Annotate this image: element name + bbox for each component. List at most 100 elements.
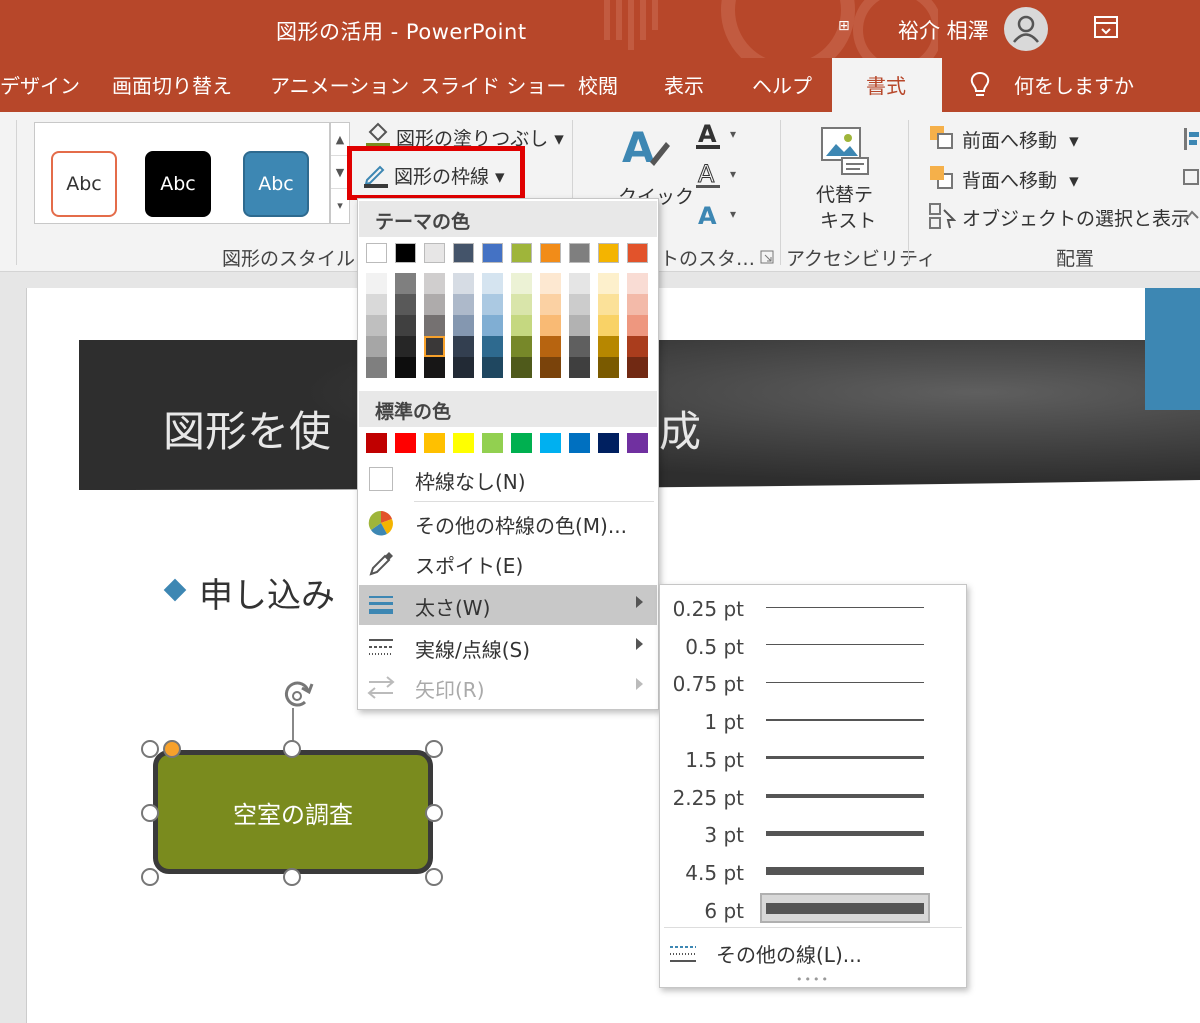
theme-shade-swatch[interactable]: [511, 357, 532, 378]
theme-shade-swatch[interactable]: [366, 336, 387, 357]
text-effects-icon[interactable]: A ▾: [696, 200, 744, 230]
selection-pane-button[interactable]: オブジェクトの選択と表示: [962, 204, 1190, 231]
resize-handle-ne[interactable]: [425, 740, 443, 758]
theme-shade-swatch[interactable]: [424, 357, 445, 378]
tab-design[interactable]: デザイン: [0, 70, 80, 99]
theme-shade-swatch[interactable]: [511, 336, 532, 357]
resize-handle-w[interactable]: [141, 804, 159, 822]
theme-shade-swatch[interactable]: [511, 294, 532, 315]
theme-shade-swatch[interactable]: [366, 294, 387, 315]
theme-shade-swatch[interactable]: [627, 315, 648, 336]
theme-shade-swatch[interactable]: [424, 336, 445, 357]
tab-slideshow[interactable]: スライド ショー: [420, 70, 566, 99]
shape-styles-gallery[interactable]: Abc Abc Abc: [34, 122, 330, 224]
green-rounded-rectangle[interactable]: 空室の調査: [153, 750, 433, 874]
weight-option[interactable]: 1.5 pt: [660, 740, 966, 778]
theme-shade-swatch[interactable]: [453, 273, 474, 294]
theme-color-swatch[interactable]: [482, 243, 503, 263]
theme-shade-swatch[interactable]: [569, 294, 590, 315]
quick-styles-icon[interactable]: A: [620, 122, 672, 182]
tab-transitions[interactable]: 画面切り替え: [112, 70, 232, 99]
theme-color-swatch[interactable]: [453, 243, 474, 263]
theme-shade-swatch[interactable]: [627, 336, 648, 357]
theme-shade-swatch[interactable]: [540, 294, 561, 315]
weight-option[interactable]: 4.5 pt: [660, 853, 966, 891]
theme-shade-swatch[interactable]: [482, 315, 503, 336]
resize-handle-nw[interactable]: [141, 740, 159, 758]
shape-text[interactable]: 空室の調査: [233, 795, 353, 830]
more-colors-item[interactable]: その他の枠線の色(M)...: [359, 503, 657, 543]
standard-color-swatch[interactable]: [482, 433, 503, 453]
theme-shade-swatch[interactable]: [482, 273, 503, 294]
standard-color-swatch[interactable]: [511, 433, 532, 453]
tab-animations[interactable]: アニメーション: [270, 70, 409, 99]
theme-shade-swatch[interactable]: [453, 315, 474, 336]
resize-handle-e[interactable]: [425, 804, 443, 822]
slide-title[interactable]: 図形を使: [163, 398, 331, 459]
alt-text-label-2[interactable]: キスト: [820, 206, 876, 233]
theme-shade-swatch[interactable]: [482, 294, 503, 315]
theme-shade-swatch[interactable]: [366, 357, 387, 378]
standard-color-swatch[interactable]: [569, 433, 590, 453]
theme-shade-swatch[interactable]: [482, 336, 503, 357]
send-backward-button[interactable]: 背面へ移動 ▾: [962, 166, 1079, 193]
weight-option[interactable]: 0.25 pt: [660, 589, 966, 627]
theme-shade-swatch[interactable]: [598, 273, 619, 294]
style-thumb-blue[interactable]: Abc: [243, 151, 309, 217]
theme-shade-swatch[interactable]: [424, 294, 445, 315]
theme-color-swatch[interactable]: [569, 243, 590, 263]
text-fill-icon[interactable]: A ▾: [696, 120, 744, 150]
lightbulb-icon[interactable]: [966, 70, 994, 100]
theme-shade-swatch[interactable]: [569, 273, 590, 294]
resize-handle-se[interactable]: [425, 868, 443, 886]
no-outline-item[interactable]: 枠線なし(N): [359, 459, 657, 499]
text-outline-icon[interactable]: A ▾: [696, 160, 744, 190]
blue-accent-shape[interactable]: [1145, 288, 1200, 410]
theme-shade-swatch[interactable]: [540, 315, 561, 336]
weight-option[interactable]: 3 pt: [660, 815, 966, 853]
standard-color-swatch[interactable]: [395, 433, 416, 453]
resize-handle-s[interactable]: [283, 868, 301, 886]
theme-shade-swatch[interactable]: [395, 294, 416, 315]
theme-shade-swatch[interactable]: [540, 336, 561, 357]
theme-shade-swatch[interactable]: [627, 357, 648, 378]
slide-title-end[interactable]: 成: [659, 398, 701, 459]
theme-shade-swatch[interactable]: [453, 294, 474, 315]
theme-shade-swatch[interactable]: [511, 273, 532, 294]
theme-color-swatch[interactable]: [511, 243, 532, 263]
standard-color-swatch[interactable]: [598, 433, 619, 453]
theme-shade-swatch[interactable]: [395, 357, 416, 378]
bullet-text[interactable]: 申し込み: [199, 568, 335, 617]
tab-view[interactable]: 表示: [664, 70, 704, 99]
theme-shade-swatch[interactable]: [598, 294, 619, 315]
theme-shade-swatch[interactable]: [482, 357, 503, 378]
standard-color-swatch[interactable]: [366, 433, 387, 453]
theme-shade-swatch[interactable]: [627, 273, 648, 294]
resize-handle-sw[interactable]: [141, 868, 159, 886]
theme-shade-swatch[interactable]: [424, 315, 445, 336]
theme-shade-swatch[interactable]: [569, 357, 590, 378]
theme-shade-swatch[interactable]: [569, 336, 590, 357]
bring-forward-button[interactable]: 前面へ移動 ▾: [962, 126, 1079, 153]
theme-color-swatch[interactable]: [395, 243, 416, 263]
theme-color-swatch[interactable]: [598, 243, 619, 263]
resize-handle-n[interactable]: [283, 740, 301, 758]
standard-color-swatch[interactable]: [627, 433, 648, 453]
alt-text-label-1[interactable]: 代替テ: [816, 180, 873, 207]
theme-shade-swatch[interactable]: [511, 315, 532, 336]
theme-shade-swatch[interactable]: [627, 294, 648, 315]
user-name[interactable]: 裕介 相澤: [898, 15, 989, 45]
dashes-item[interactable]: 実線/点線(S): [359, 627, 657, 667]
tab-format[interactable]: 書式: [832, 58, 942, 112]
theme-color-swatch[interactable]: [424, 243, 445, 263]
weight-option[interactable]: 2.25 pt: [660, 778, 966, 816]
theme-shade-swatch[interactable]: [598, 357, 619, 378]
theme-shade-swatch[interactable]: [395, 315, 416, 336]
more-lines-item[interactable]: その他の線(L)...: [668, 937, 964, 971]
theme-shade-swatch[interactable]: [366, 315, 387, 336]
rotate-handle-icon[interactable]: [275, 676, 319, 716]
pin-icon[interactable]: ⊞: [838, 18, 860, 40]
theme-shade-swatch[interactable]: [569, 315, 590, 336]
weight-option[interactable]: 6 pt: [660, 891, 966, 929]
standard-color-swatch[interactable]: [424, 433, 445, 453]
